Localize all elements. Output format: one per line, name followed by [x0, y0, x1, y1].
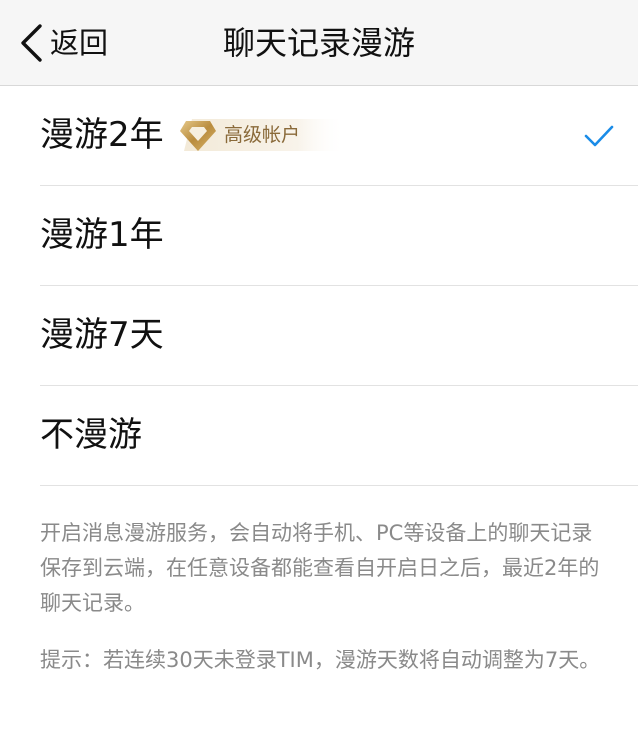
diamond-icon [180, 121, 216, 151]
navigation-bar: 返回 聊天记录漫游 [0, 0, 638, 86]
checkmark-icon [584, 125, 614, 147]
back-button[interactable]: 返回 [18, 20, 108, 66]
roaming-description: 开启消息漫游服务，会自动将手机、PC等设备上的聊天记录保存到云端，在任意设备都能… [40, 521, 600, 615]
option-no-roaming[interactable]: 不漫游 [0, 386, 638, 486]
option-roam-7-days[interactable]: 漫游7天 [0, 286, 638, 386]
premium-account-badge: 高级帐户 [178, 117, 346, 153]
roaming-tip: 提示：若连续30天未登录TIM，漫游天数将自动调整为7天。 [40, 648, 601, 672]
roaming-option-list: 漫游2年 高级帐户 漫游1年 漫游7天 不漫游 [0, 86, 638, 486]
option-label: 不漫游 [40, 415, 142, 455]
badge-label: 高级帐户 [224, 124, 301, 146]
option-label: 漫游7天 [40, 315, 164, 355]
option-roam-1-year[interactable]: 漫游1年 [0, 186, 638, 286]
back-label: 返回 [50, 26, 109, 60]
option-roam-2-years[interactable]: 漫游2年 高级帐户 [0, 86, 638, 186]
chevron-left-icon [21, 24, 42, 62]
option-label: 漫游1年 [40, 215, 164, 255]
option-label: 漫游2年 [40, 115, 164, 155]
